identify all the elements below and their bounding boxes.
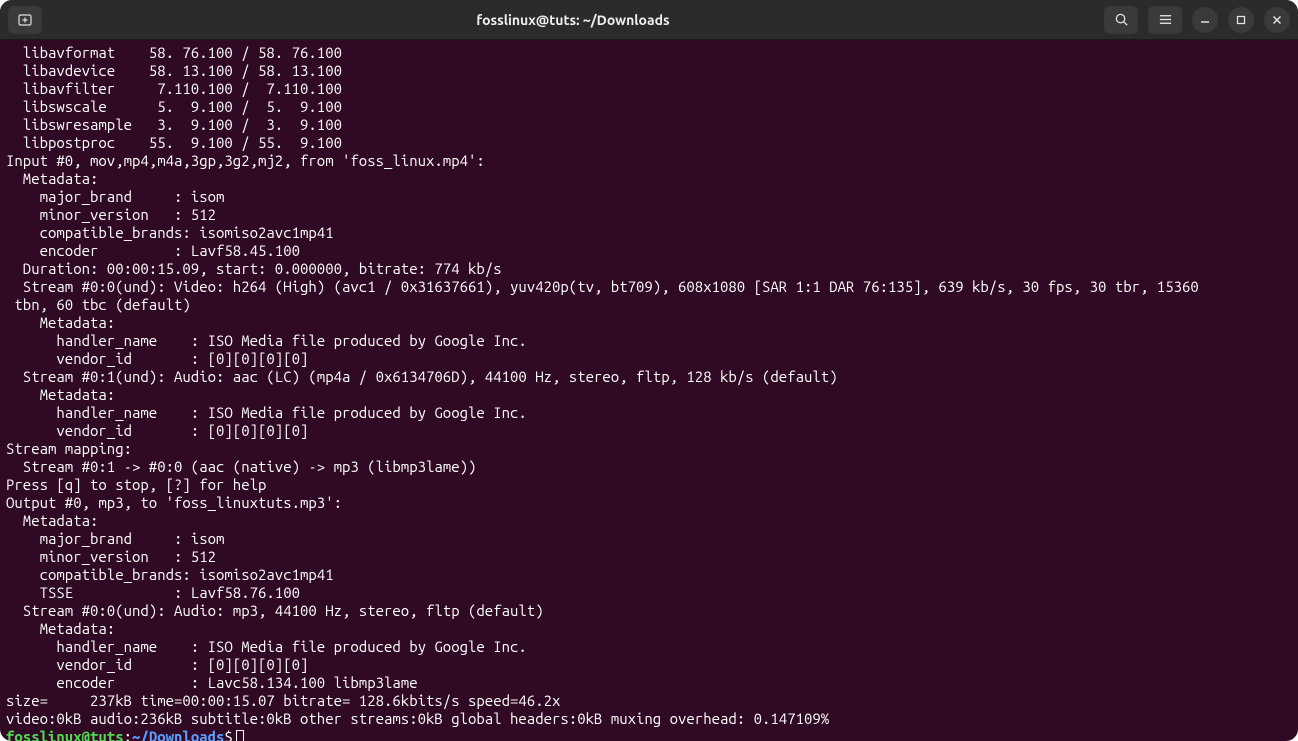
maximize-button[interactable] (1228, 7, 1254, 33)
new-tab-button[interactable] (8, 6, 42, 34)
close-icon (1272, 15, 1282, 25)
hamburger-icon (1158, 12, 1173, 27)
minimize-button[interactable] (1192, 7, 1218, 33)
terminal-output: libavformat 58. 76.100 / 58. 76.100 liba… (6, 44, 1292, 728)
search-button[interactable] (1104, 6, 1138, 34)
maximize-icon (1236, 15, 1246, 25)
titlebar[interactable]: fosslinux@tuts: ~/Downloads (0, 0, 1298, 40)
prompt-path: ~/Downloads (132, 728, 224, 741)
new-tab-icon (17, 12, 33, 28)
window-title: fosslinux@tuts: ~/Downloads (42, 12, 1104, 28)
prompt-colon: : (124, 728, 132, 741)
prompt-line[interactable]: fosslinux@tuts:~/Downloads$ (6, 728, 1292, 741)
prompt-dollar: $ (224, 728, 232, 741)
close-button[interactable] (1264, 7, 1290, 33)
minimize-icon (1200, 15, 1210, 25)
prompt-userhost: fosslinux@tuts (6, 728, 124, 741)
search-icon (1114, 12, 1129, 27)
cursor-icon (236, 730, 244, 741)
terminal-window: fosslinux@tuts: ~/Downloads libavformat … (0, 0, 1298, 741)
terminal-body[interactable]: libavformat 58. 76.100 / 58. 76.100 liba… (0, 40, 1298, 741)
menu-button[interactable] (1148, 6, 1182, 34)
